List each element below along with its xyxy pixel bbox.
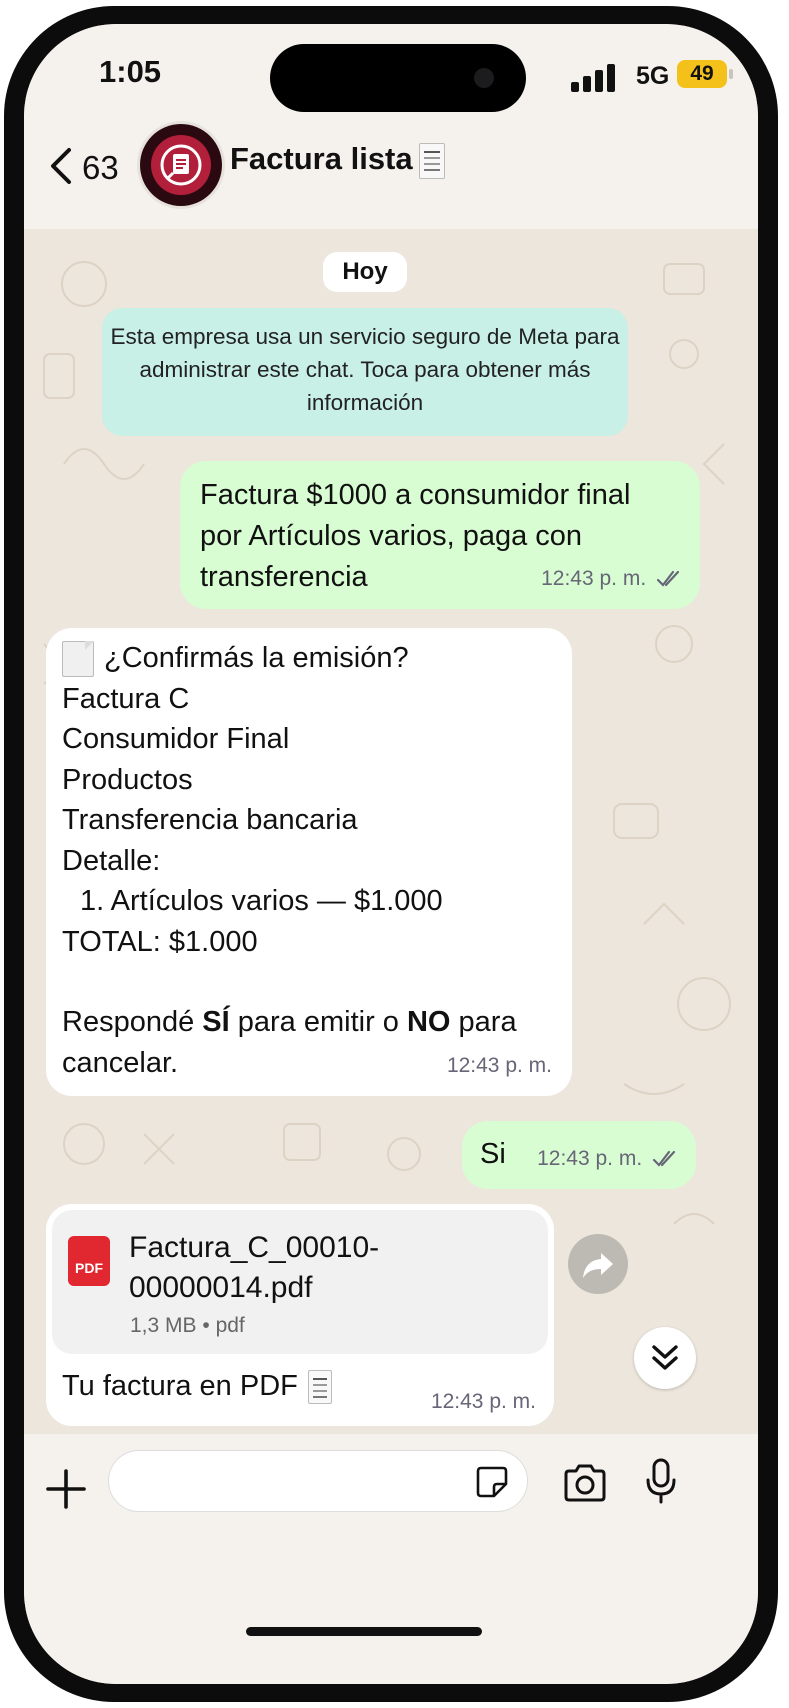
document-emoji-icon [62, 641, 94, 678]
microphone-icon[interactable] [645, 1458, 677, 1506]
incoming-message[interactable]: ¿Confirmás la emisión? Factura C Consumi… [46, 628, 572, 1096]
invoice-detail-label: Detalle: [62, 844, 161, 877]
scroll-to-bottom-button[interactable] [634, 1327, 696, 1389]
double-check-icon [656, 571, 680, 588]
receipt-logo-icon [160, 144, 202, 186]
message-input[interactable] [108, 1450, 528, 1512]
outgoing-message[interactable]: Si 12:43 p. m. [462, 1121, 696, 1189]
receipt-emoji-icon [418, 142, 445, 179]
chat-title-text: Factura lista [230, 141, 413, 176]
invoice-total: TOTAL: $1.000 [62, 925, 258, 958]
phone-frame: 1:05 5G 49 63 Factura lista Hoy Esta emp… [4, 6, 778, 1702]
day-separator: Hoy [323, 252, 407, 292]
message-meta: 12:43 p. m. [541, 558, 684, 599]
message-meta: 12:43 p. m. [537, 1139, 680, 1179]
unread-count[interactable]: 63 [82, 149, 119, 187]
pdf-corner [110, 1236, 122, 1248]
invoice-type: Factura C [62, 682, 190, 715]
message-time: 12:43 p. m. [541, 567, 647, 590]
message-time: 12:43 p. m. [537, 1147, 643, 1170]
document-meta: 1,3 MB • pdf [130, 1314, 245, 1338]
invoice-concept: Productos [62, 763, 193, 796]
battery-indicator: 49 [677, 60, 727, 88]
plus-icon[interactable] [46, 1469, 86, 1509]
avatar[interactable] [140, 124, 222, 206]
receipt-emoji-icon [307, 1370, 332, 1405]
invoice-payment: Transferencia bancaria [62, 804, 358, 836]
home-indicator [246, 1627, 482, 1636]
document-type: pdf [215, 1314, 245, 1337]
cellular-signal-icon [571, 64, 615, 92]
confirm-question: ¿Confirmás la emisión? [62, 638, 556, 679]
invoice-detail-item: 1. Artículos varios — $1.000 [80, 885, 443, 917]
incoming-document-message[interactable]: PDF Factura_C_00010-00000014.pdf 1,3 MB … [46, 1204, 554, 1426]
document-size: 1,3 MB [130, 1314, 197, 1337]
forward-icon [583, 1253, 613, 1278]
avatar-logo [151, 135, 211, 195]
status-time: 1:05 [99, 54, 162, 89]
document-file-name: Factura_C_00010-00000014.pdf [129, 1231, 380, 1304]
double-chevron-down-icon [652, 1345, 678, 1370]
dynamic-island [270, 44, 526, 112]
pdf-file-icon: PDF [68, 1236, 110, 1286]
chat-header: 1:05 5G 49 63 Factura lista [24, 24, 758, 229]
pdf-document-card[interactable]: PDF Factura_C_00010-00000014.pdf 1,3 MB … [52, 1210, 548, 1354]
chat-title[interactable]: Factura lista [230, 141, 445, 179]
forward-button[interactable] [568, 1234, 628, 1294]
message-time: 12:43 p. m. [430, 1390, 536, 1413]
screen: 1:05 5G 49 63 Factura lista Hoy Esta emp… [24, 24, 758, 1684]
network-type: 5G [636, 62, 670, 90]
reply-no: NO [406, 1006, 451, 1038]
double-check-icon [652, 1151, 676, 1168]
sticker-icon[interactable] [475, 1465, 509, 1499]
reply-yes: SÍ [202, 1006, 230, 1038]
camera-icon[interactable] [562, 1464, 608, 1502]
composer-bar [24, 1434, 758, 1684]
outgoing-message[interactable]: Factura $1000 a consumidor final por Art… [180, 461, 700, 609]
message-time: 12:43 p. m. [446, 1053, 552, 1077]
battery-tip [729, 69, 733, 79]
meta-separator: • [202, 1314, 216, 1337]
invoice-client: Consumidor Final [62, 723, 290, 755]
front-camera [474, 68, 494, 88]
chevron-left-icon[interactable] [47, 146, 75, 186]
document-caption: Tu factura en PDF [62, 1370, 332, 1405]
business-security-notice[interactable]: Esta empresa usa un servicio seguro de M… [102, 308, 628, 436]
